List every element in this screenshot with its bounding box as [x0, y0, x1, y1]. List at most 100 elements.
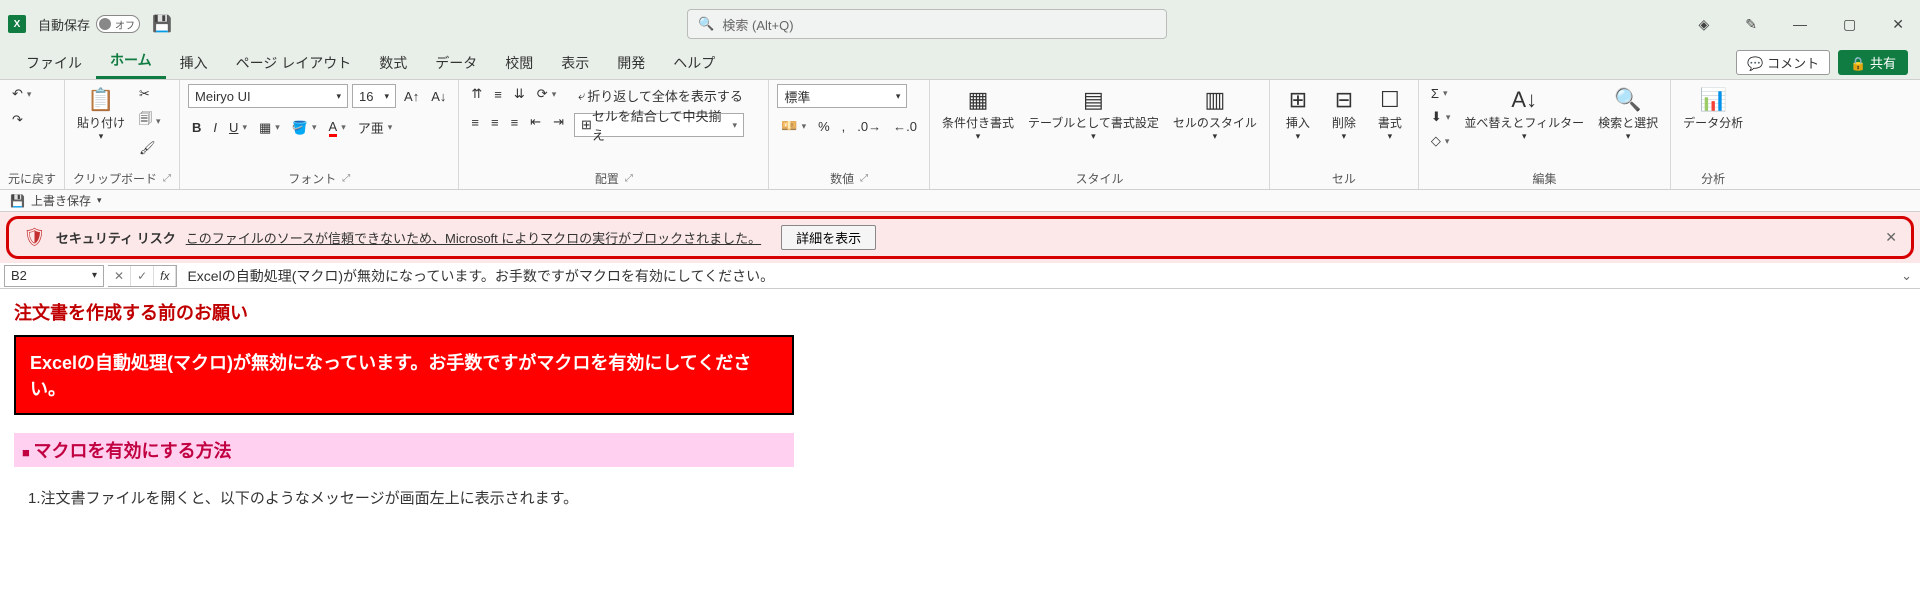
decrease-decimal-button[interactable]: ←.0	[889, 117, 921, 136]
name-box[interactable]: B2 ▾	[4, 265, 104, 287]
font-size-combo[interactable]: 16▾	[352, 84, 396, 108]
worksheet-area[interactable]: 注文書を作成する前のお願い Excelの自動処理(マクロ)が無効になっています。…	[0, 289, 1920, 589]
window-controls: ◈ ✎ — ▢ ✕	[1691, 12, 1912, 37]
format-painter-button[interactable]: 🖌	[135, 138, 165, 158]
number-launcher[interactable]: ⤢	[860, 173, 868, 184]
security-message[interactable]: このファイルのソースが信頼できないため、Microsoft によりマクロの実行が…	[186, 228, 761, 247]
security-detail-button[interactable]: 詳細を表示	[781, 225, 876, 250]
indent-decrease-button[interactable]: ⇤	[526, 112, 545, 132]
group-label-cells: セル	[1278, 168, 1410, 187]
security-bar-wrapper: 🛡 セキュリティ リスク このファイルのソースが信頼できないため、Microso…	[0, 212, 1920, 263]
formula-expand-button[interactable]: ⌄	[1893, 268, 1920, 284]
security-close-button[interactable]: ✕	[1885, 229, 1897, 246]
maximize-button[interactable]: ▢	[1835, 12, 1864, 37]
conditional-format-button[interactable]: ▦条件付き書式▾	[938, 84, 1018, 144]
table-format-button[interactable]: ▤テーブルとして書式設定▾	[1024, 84, 1163, 144]
percent-button[interactable]: %	[814, 117, 834, 136]
format-cell-button[interactable]: ☐書式▾	[1370, 84, 1410, 144]
undo-button[interactable]: ↶	[8, 84, 35, 104]
tab-pagelayout[interactable]: ページ レイアウト	[222, 47, 366, 79]
tab-developer[interactable]: 開発	[603, 47, 659, 79]
align-bottom-button[interactable]: ⇊	[510, 84, 529, 104]
group-clipboard: 📋 貼り付け ▾ ✂ 🗐 🖌 クリップボード⤢	[65, 80, 180, 189]
alignment-launcher[interactable]: ⤢	[625, 173, 633, 184]
minimize-button[interactable]: —	[1785, 12, 1815, 36]
qat-save-label[interactable]: 上書き保存	[31, 192, 91, 209]
paste-button[interactable]: 📋 貼り付け ▾	[73, 84, 129, 144]
sort-filter-icon: A↓	[1511, 86, 1537, 114]
font-name-combo[interactable]: Meiryo UI▾	[188, 84, 348, 108]
number-format-combo[interactable]: 標準▾	[777, 84, 907, 108]
name-box-dropdown[interactable]: ▾	[92, 270, 97, 281]
table-format-icon: ▤	[1083, 86, 1104, 114]
qat-save-icon[interactable]: 💾	[10, 194, 25, 208]
border-button[interactable]: ▦	[255, 118, 284, 138]
cut-button[interactable]: ✂	[135, 84, 165, 104]
close-button[interactable]: ✕	[1884, 12, 1912, 37]
merge-center-button[interactable]: ⊞ セルを結合して中央揃え	[574, 113, 744, 137]
group-number: 標準▾ 💴 % , .0→ ←.0 数値⤢	[769, 80, 930, 189]
wrap-text-button[interactable]: ⤶ 折り返して全体を表示する	[574, 84, 747, 107]
increase-decimal-button[interactable]: .0→	[853, 117, 885, 136]
clipboard-launcher[interactable]: ⤢	[163, 173, 171, 184]
align-left-button[interactable]: ≡	[467, 113, 483, 132]
share-button[interactable]: 🔒 共有	[1838, 50, 1908, 75]
fill-button[interactable]: ⬇	[1427, 107, 1454, 127]
increase-font-button[interactable]: A↑	[400, 87, 423, 106]
save-icon[interactable]: 💾	[152, 14, 172, 34]
qat-dropdown[interactable]: ▾	[97, 195, 102, 206]
square-bullet-icon: ■	[22, 445, 30, 460]
copy-button[interactable]: 🗐	[135, 108, 165, 134]
data-analysis-button[interactable]: 📊データ分析	[1679, 84, 1747, 133]
insert-cell-button[interactable]: ⊞挿入▾	[1278, 84, 1318, 144]
tab-home[interactable]: ホーム	[96, 44, 166, 79]
delete-cell-button[interactable]: ⊟削除▾	[1324, 84, 1364, 144]
decrease-font-button[interactable]: A↓	[427, 87, 450, 106]
comma-button[interactable]: ,	[838, 117, 850, 136]
autosave-toggle[interactable]: オフ	[96, 15, 140, 33]
tab-file[interactable]: ファイル	[12, 47, 96, 79]
phonetic-button[interactable]: ア亜	[354, 116, 397, 139]
format-cell-icon: ☐	[1380, 86, 1400, 114]
tab-help[interactable]: ヘルプ	[659, 47, 729, 79]
toggle-knob	[99, 18, 111, 30]
menu-tabs: ファイル ホーム 挿入 ページ レイアウト 数式 データ 校閲 表示 開発 ヘル…	[0, 48, 1920, 80]
underline-button[interactable]: U	[225, 118, 251, 137]
cell-style-icon: ▥	[1205, 86, 1226, 114]
fx-confirm-button[interactable]: ✓	[131, 266, 154, 286]
fx-button[interactable]: fx	[154, 266, 176, 286]
currency-button[interactable]: 💴	[777, 116, 810, 136]
group-label-styles: スタイル	[938, 168, 1261, 187]
insert-cell-icon: ⊞	[1289, 86, 1307, 114]
clear-button[interactable]: ◇	[1427, 131, 1454, 151]
tab-view[interactable]: 表示	[547, 47, 603, 79]
font-launcher[interactable]: ⤢	[342, 173, 350, 184]
cell-reference: B2	[11, 268, 27, 283]
tab-insert[interactable]: 挿入	[166, 47, 222, 79]
search-box[interactable]: 🔍 検索 (Alt+Q)	[687, 9, 1167, 39]
bold-button[interactable]: B	[188, 118, 205, 137]
font-color-button[interactable]: A	[325, 117, 350, 139]
align-center-button[interactable]: ≡	[487, 113, 503, 132]
redo-button[interactable]: ↷	[8, 110, 27, 130]
tab-formulas[interactable]: 数式	[365, 47, 421, 79]
orientation-button[interactable]: ⟳	[533, 84, 560, 104]
indent-increase-button[interactable]: ⇥	[549, 112, 568, 132]
tab-review[interactable]: 校閲	[491, 47, 547, 79]
align-middle-button[interactable]: ≡	[490, 85, 506, 104]
autosum-button[interactable]: Σ	[1427, 84, 1454, 103]
fx-cancel-button[interactable]: ✕	[108, 266, 131, 286]
align-right-button[interactable]: ≡	[507, 113, 523, 132]
comment-button[interactable]: 💬 コメント	[1736, 50, 1830, 75]
diamond-icon[interactable]: ◈	[1691, 12, 1718, 37]
pen-icon[interactable]: ✎	[1737, 12, 1765, 37]
fill-color-button[interactable]: 🪣	[288, 118, 321, 138]
group-label-analysis: 分析	[1679, 168, 1747, 187]
tab-data[interactable]: データ	[421, 47, 491, 79]
find-select-button[interactable]: 🔍検索と選択▾	[1594, 84, 1662, 144]
align-top-button[interactable]: ⇈	[467, 84, 486, 104]
sort-filter-button[interactable]: A↓並べ替えとフィルター▾	[1460, 84, 1588, 144]
formula-text[interactable]: Excelの自動処理(マクロ)が無効になっています。お手数ですがマクロを有効にし…	[177, 266, 1893, 286]
italic-button[interactable]: I	[209, 118, 221, 137]
cell-style-button[interactable]: ▥セルのスタイル▾	[1169, 84, 1261, 144]
